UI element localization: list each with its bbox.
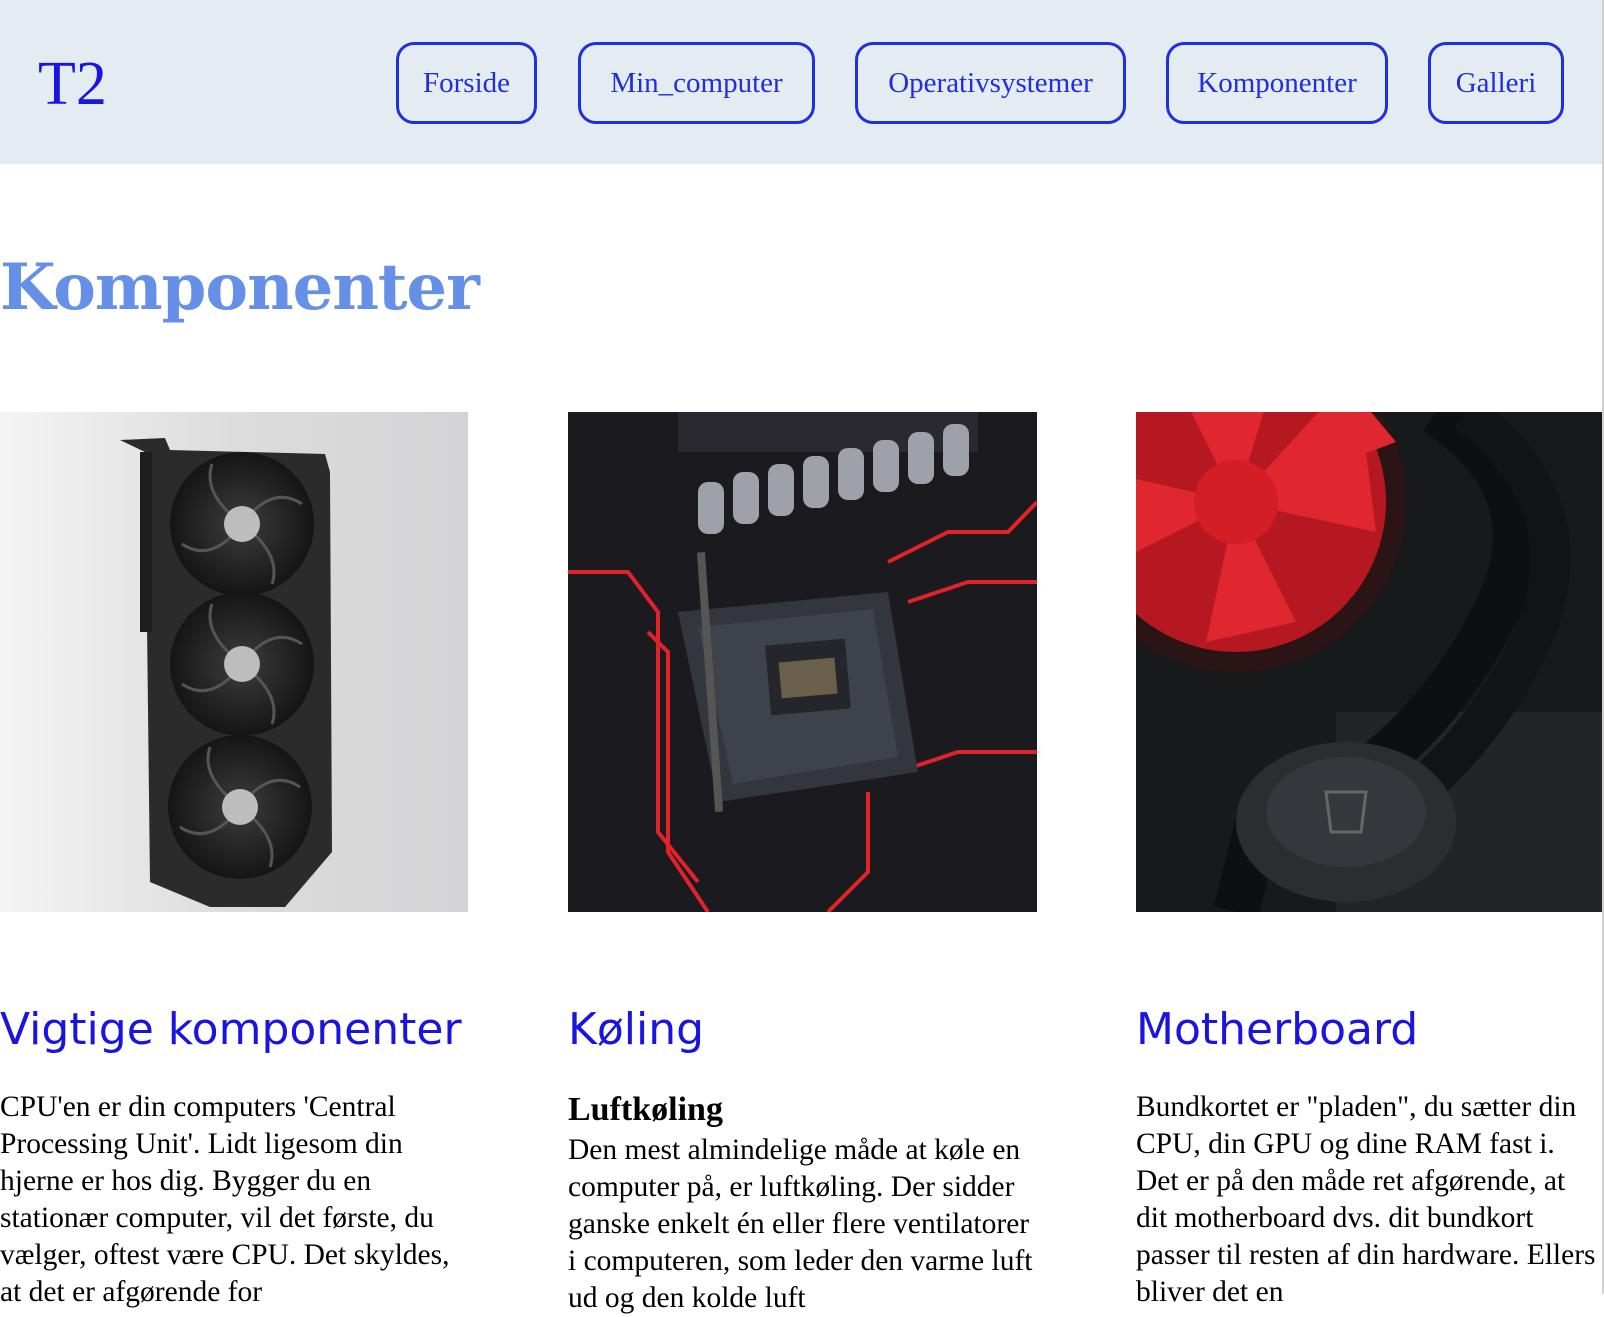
site-logo[interactable]: T2 — [38, 48, 107, 120]
heading-vigtige-komponenter: Vigtige komponenter — [0, 1004, 462, 1055]
paragraph-vigtige-komponenter: CPU'en er din computers 'Central Process… — [0, 1091, 450, 1308]
heading-motherboard: Motherboard — [1136, 1004, 1419, 1055]
heading-koling: Køling — [568, 1004, 705, 1055]
nav-button-min-computer[interactable]: Min_computer — [578, 42, 815, 124]
paragraph-motherboard: Bundkortet er "pladen", du sætter din CP… — [1136, 1091, 1596, 1308]
nav-button-forside[interactable]: Forside — [396, 42, 537, 124]
nav-button-operativsystemer[interactable]: Operativsystemer — [855, 42, 1126, 124]
subheading-luftkoling: Luftkøling — [568, 1091, 723, 1128]
page-title: Komponenter — [0, 250, 480, 325]
paragraph-koling: Den mest almindelige måde at køle en com… — [568, 1134, 1033, 1314]
cpu-socket-photo — [568, 412, 1037, 912]
cooling-fan-photo — [1136, 412, 1604, 912]
nav-button-komponenter[interactable]: Komponenter — [1166, 42, 1388, 124]
top-navigation-bar: T2 Forside Min_computer Operativsystemer… — [0, 0, 1604, 164]
nav-button-galleri[interactable]: Galleri — [1428, 42, 1564, 124]
graphics-card-photo — [0, 412, 468, 912]
